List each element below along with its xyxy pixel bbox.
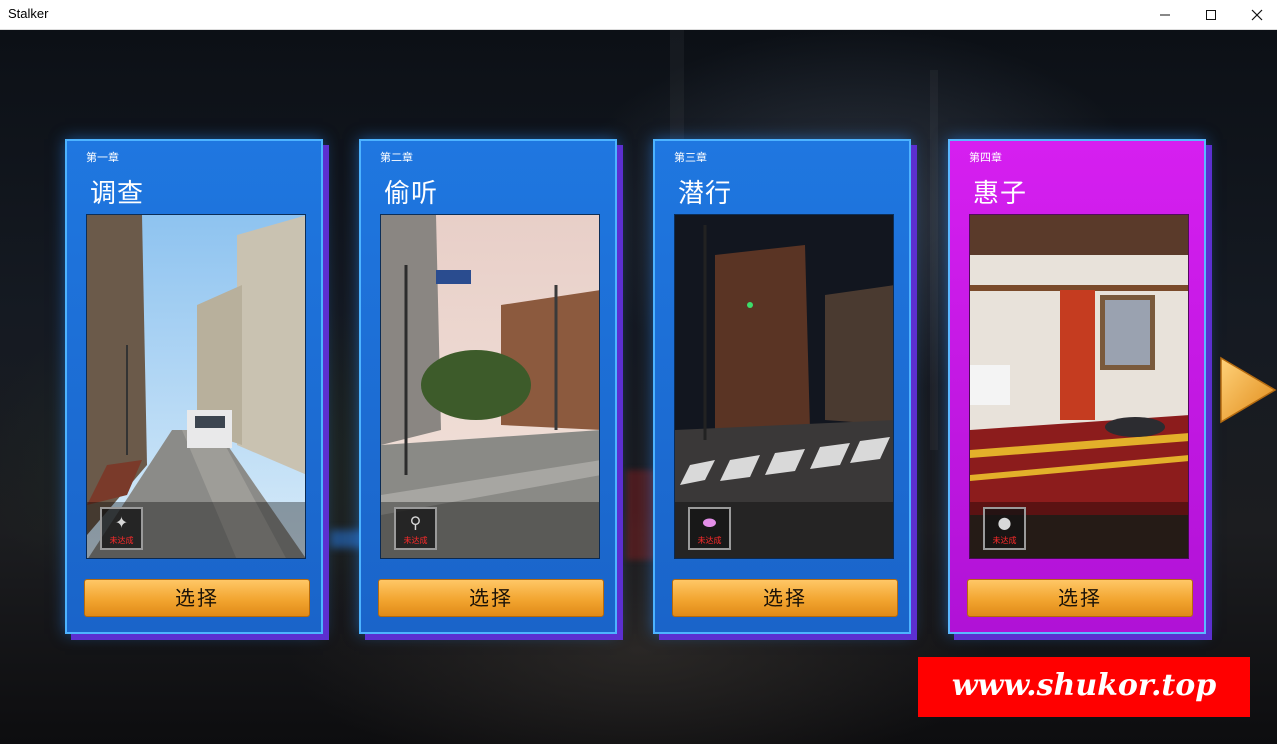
chapter-number: 第四章 bbox=[969, 151, 1002, 164]
chapter-title: 潜行 bbox=[678, 179, 733, 209]
chapter-card-2[interactable]: 第二章 偷听 ⚲ 未达成 选择 bbox=[359, 139, 617, 634]
item-status: 未达成 bbox=[992, 536, 1017, 545]
minimize-icon bbox=[1160, 14, 1170, 16]
title-bar: Stalker bbox=[0, 0, 1277, 30]
rock-icon: ● bbox=[997, 513, 1012, 532]
background-pole bbox=[930, 70, 938, 450]
pill-icon: ⬬ bbox=[702, 513, 717, 532]
chapter-card-1[interactable]: 第一章 调查 ✦ 未达成 选择 bbox=[65, 139, 323, 634]
crossbow-icon: ✦ bbox=[114, 513, 129, 532]
minimize-button[interactable] bbox=[1142, 0, 1188, 30]
screwdriver-icon: ⚲ bbox=[409, 513, 422, 532]
chapter-number: 第一章 bbox=[86, 151, 119, 164]
select-button-chapter-4[interactable]: 选择 bbox=[967, 579, 1193, 617]
item-status: 未达成 bbox=[403, 536, 428, 545]
game-viewport: 第一章 调查 ✦ 未达成 选择 第二章 偷听 ⚲ 未达成 选择 第三章 潜行 ⬬… bbox=[0, 30, 1277, 744]
collectible-slot[interactable]: ● 未达成 bbox=[983, 507, 1026, 550]
select-button-chapter-1[interactable]: 选择 bbox=[84, 579, 310, 617]
item-strip: ● 未达成 bbox=[970, 502, 1188, 558]
chapter-title: 调查 bbox=[90, 179, 145, 209]
maximize-icon bbox=[1206, 10, 1216, 20]
item-status: 未达成 bbox=[109, 536, 134, 545]
watermark-banner: www.shukor.top bbox=[918, 657, 1250, 717]
chapter-title: 惠子 bbox=[973, 179, 1028, 209]
chapter-number: 第二章 bbox=[380, 151, 413, 164]
chapter-preview-image: ● 未达成 bbox=[969, 214, 1189, 559]
select-button-chapter-3[interactable]: 选择 bbox=[672, 579, 898, 617]
maximize-button[interactable] bbox=[1188, 0, 1234, 30]
chapter-preview-image: ⚲ 未达成 bbox=[380, 214, 600, 559]
chapter-card-4[interactable]: 第四章 惠子 ● 未达成 选择 bbox=[948, 139, 1206, 634]
chapter-card-3[interactable]: 第三章 潜行 ⬬ 未达成 选择 bbox=[653, 139, 911, 634]
chapter-preview-image: ⬬ 未达成 bbox=[674, 214, 894, 559]
window-title: Stalker bbox=[8, 6, 49, 21]
collectible-slot[interactable]: ⚲ 未达成 bbox=[394, 507, 437, 550]
close-icon bbox=[1251, 9, 1263, 21]
chapter-title: 偷听 bbox=[384, 179, 439, 209]
chapter-preview-image: ✦ 未达成 bbox=[86, 214, 306, 559]
item-status: 未达成 bbox=[697, 536, 722, 545]
item-strip: ✦ 未达成 bbox=[87, 502, 305, 558]
select-button-chapter-2[interactable]: 选择 bbox=[378, 579, 604, 617]
item-strip: ⬬ 未达成 bbox=[675, 502, 893, 558]
chapter-number: 第三章 bbox=[674, 151, 707, 164]
collectible-slot[interactable]: ⬬ 未达成 bbox=[688, 507, 731, 550]
collectible-slot[interactable]: ✦ 未达成 bbox=[100, 507, 143, 550]
item-strip: ⚲ 未达成 bbox=[381, 502, 599, 558]
close-button[interactable] bbox=[1234, 0, 1277, 30]
next-arrow-icon[interactable] bbox=[1219, 356, 1277, 424]
